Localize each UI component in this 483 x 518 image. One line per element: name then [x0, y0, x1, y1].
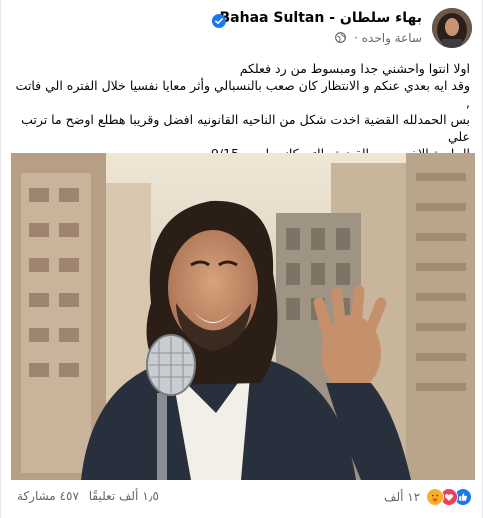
post-meta: ساعة واحده · [335, 31, 422, 45]
post-text-line: وقد ايه بعدي عنكم و الانتظار كان صعب بال… [15, 78, 470, 110]
post-timestamp[interactable]: ساعة واحده [362, 31, 422, 45]
author-avatar[interactable] [432, 8, 472, 48]
reactions-summary[interactable]: ١٢ ألف [384, 488, 472, 506]
shares-count[interactable]: ٤٥٧ مشاركة [17, 489, 79, 503]
meta-separator: · [354, 31, 358, 45]
verified-badge-icon [212, 13, 226, 28]
post-author-name[interactable]: بهاء سلطان - Bahaa Sultan [220, 10, 422, 26]
post-message: اولا انتوا واحشني جدا ومبسوط من رد فعلكم… [13, 60, 470, 162]
facebook-post-card: بهاء سلطان - Bahaa Sultan ساعة واحده · ا… [0, 0, 483, 518]
post-header: بهاء سلطان - Bahaa Sultan ساعة واحده · [11, 6, 472, 54]
post-text-line: بس الحمدلله القضية اخدت شكل من الناحيه ا… [21, 112, 470, 144]
post-photo[interactable] [11, 153, 475, 480]
globe-icon[interactable] [335, 32, 347, 43]
engagement-stats: ١٫٥ ألف تعليقًا ٤٥٧ مشاركة [11, 489, 159, 503]
comments-count[interactable]: ١٫٥ ألف تعليقًا [89, 489, 159, 503]
reaction-count[interactable]: ١٢ ألف [384, 490, 420, 504]
post-text-line: اولا انتوا واحشني جدا ومبسوط من رد فعلكم [239, 61, 470, 76]
post-footer: ١٢ ألف ١٫٥ ألف تعليقًا ٤٥٧ مشاركة [11, 482, 472, 512]
care-icon [426, 488, 444, 506]
